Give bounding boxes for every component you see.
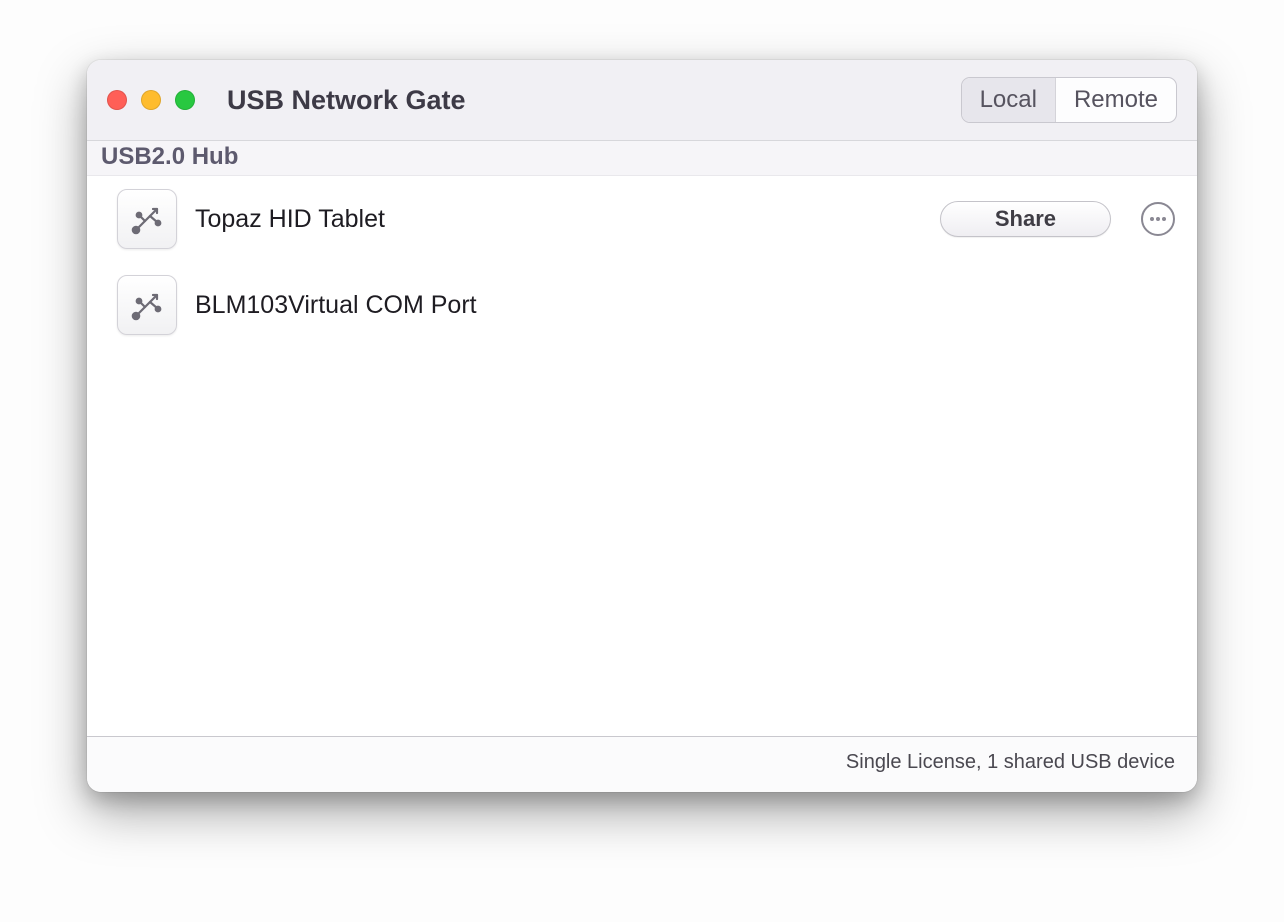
mode-segmented-control: Local Remote bbox=[961, 77, 1177, 123]
tab-remote[interactable]: Remote bbox=[1055, 78, 1176, 122]
app-window: USB Network Gate Local Remote USB2.0 Hub bbox=[87, 60, 1197, 792]
device-row[interactable]: BLM103Virtual COM Port bbox=[87, 262, 1197, 348]
more-options-button[interactable] bbox=[1141, 202, 1175, 236]
share-button[interactable]: Share bbox=[940, 201, 1111, 237]
window-controls bbox=[107, 90, 195, 110]
window-title: USB Network Gate bbox=[227, 85, 466, 116]
tab-local[interactable]: Local bbox=[962, 78, 1055, 122]
zoom-window-button[interactable] bbox=[175, 90, 195, 110]
close-window-button[interactable] bbox=[107, 90, 127, 110]
minimize-window-button[interactable] bbox=[141, 90, 161, 110]
titlebar: USB Network Gate Local Remote bbox=[87, 60, 1197, 141]
status-bar: Single License, 1 shared USB device bbox=[87, 736, 1197, 792]
hub-section-header: USB2.0 Hub bbox=[87, 141, 1197, 176]
usb-device-icon bbox=[117, 275, 177, 335]
usb-device-icon bbox=[117, 189, 177, 249]
device-name-label: BLM103Virtual COM Port bbox=[195, 291, 477, 320]
device-row[interactable]: Topaz HID Tablet Share bbox=[87, 176, 1197, 262]
device-list: Topaz HID Tablet Share bbox=[87, 176, 1197, 736]
ellipsis-icon bbox=[1149, 216, 1167, 222]
device-name-label: Topaz HID Tablet bbox=[195, 205, 385, 234]
